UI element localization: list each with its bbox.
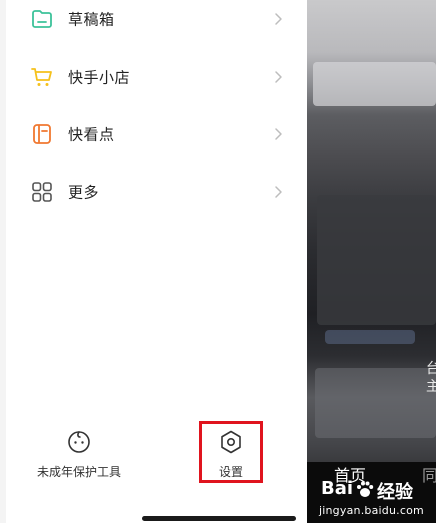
- side-drawer: 草稿箱 快手小店 快看点 更多 未成年保护工具 设置: [0, 0, 307, 523]
- menu-item-label: 快看点: [68, 125, 115, 144]
- chevron-right-icon: [275, 186, 282, 198]
- settings-highlight-box: [199, 421, 263, 483]
- menu-item-drafts[interactable]: 草稿箱: [0, 0, 307, 47]
- shopping-cart-icon: [31, 68, 52, 86]
- video-background[interactable]: 台 主 首页 同: [307, 0, 436, 523]
- grid-more-icon: [32, 182, 52, 202]
- baidu-paw-icon: [357, 481, 374, 497]
- blurred-block: [325, 330, 415, 344]
- menu-item-more[interactable]: 更多: [0, 164, 307, 220]
- chevron-right-icon: [275, 13, 282, 25]
- watermark-brand-right: 经验: [377, 482, 413, 503]
- chevron-right-icon: [275, 71, 282, 83]
- blurred-block: [317, 195, 436, 325]
- watermark-url: jingyan.baidu.com: [319, 504, 424, 517]
- menu-item-label: 快手小店: [68, 68, 131, 87]
- chevron-right-icon: [275, 128, 282, 140]
- drafts-folder-icon: [32, 10, 52, 28]
- child-face-icon: [68, 431, 90, 453]
- blurred-block: [313, 62, 436, 106]
- menu-item-kuaikandian[interactable]: 快看点: [0, 106, 307, 162]
- home-indicator: [142, 516, 296, 521]
- video-side-text: 主: [426, 379, 436, 395]
- watermark-brand-left: Bai: [321, 478, 354, 499]
- menu-item-kuaishou-shop[interactable]: 快手小店: [0, 49, 307, 105]
- menu-item-label: 草稿箱: [68, 10, 115, 29]
- minor-protection-button[interactable]: 未成年保护工具: [30, 429, 128, 480]
- video-side-text: 台: [426, 361, 436, 377]
- kuaikandian-icon: [33, 124, 51, 144]
- menu-item-label: 更多: [68, 183, 100, 202]
- blurred-block: [315, 368, 436, 438]
- minor-protection-label: 未成年保护工具: [36, 465, 121, 479]
- baidu-jingyan-watermark: Bai 经验 jingyan.baidu.com: [315, 476, 435, 520]
